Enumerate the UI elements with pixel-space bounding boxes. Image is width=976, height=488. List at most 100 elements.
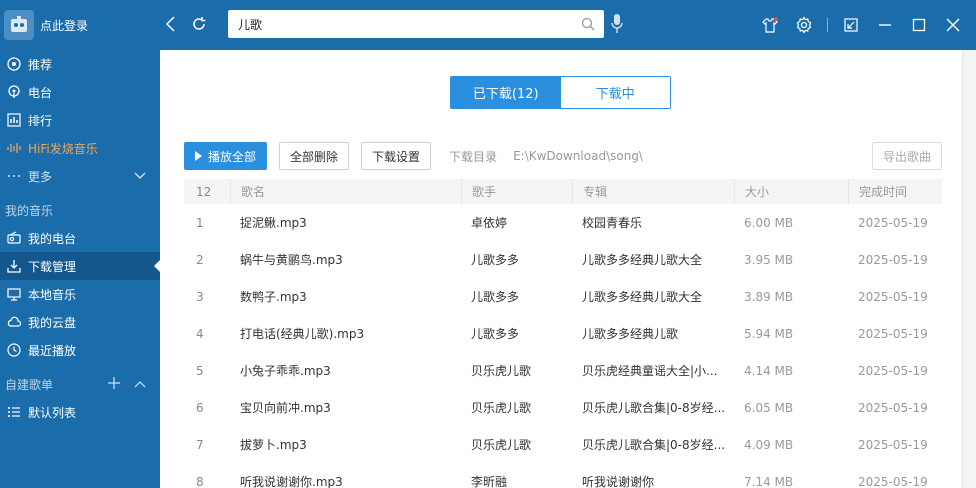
artist-name[interactable]: 卓依婷 (461, 214, 572, 231)
song-name[interactable]: 拔萝卜.mp3 (230, 436, 461, 453)
search-icon[interactable] (576, 12, 600, 36)
artist-name[interactable]: 儿歌多多 (461, 251, 572, 268)
delete-all-button[interactable]: 全部删除 (279, 142, 350, 170)
artist-name[interactable]: 儿歌多多 (461, 288, 572, 305)
file-size: 4.09 MB (744, 437, 794, 452)
album-name[interactable]: 儿歌多多经典儿歌大全 (572, 288, 734, 305)
sidebar-item-chart[interactable]: 排行 (0, 106, 160, 134)
row-number: 3 (196, 289, 204, 304)
sidebar-item-download-manager[interactable]: 下载管理 (0, 252, 160, 280)
header-name[interactable]: 歌名 (230, 179, 461, 204)
sidebar-item-local-music[interactable]: 本地音乐 (0, 280, 160, 308)
song-name[interactable]: 捉泥鳅.mp3 (230, 214, 461, 231)
back-icon[interactable] (160, 13, 182, 35)
table-row[interactable]: 5 小兔子乖乖.mp3 贝乐虎儿歌 贝乐虎经典童谣大全|小... 4.14 MB… (184, 352, 942, 389)
file-size: 7.14 MB (744, 474, 794, 488)
row-number: 1 (196, 215, 204, 230)
scrollbar[interactable] (962, 50, 976, 488)
sidebar-item-label: 本地音乐 (28, 287, 77, 302)
file-size: 6.05 MB (744, 400, 794, 415)
artist-name[interactable]: 儿歌多多 (461, 325, 572, 342)
table-row[interactable]: 2 蜗牛与黄鹂鸟.mp3 儿歌多多 儿歌多多经典儿歌大全 3.95 MB 202… (184, 241, 942, 278)
file-size: 3.95 MB (744, 252, 794, 267)
completed-time: 2025-05-19 (858, 363, 928, 378)
table-body: 1 捉泥鳅.mp3 卓依婷 校园青春乐 6.00 MB 2025-05-19 2… (184, 204, 942, 488)
chevron-down-icon[interactable] (134, 169, 146, 183)
search-box (228, 10, 604, 38)
artist-name[interactable]: 贝乐虎儿歌 (461, 362, 572, 379)
chevron-up-icon[interactable] (134, 377, 146, 391)
header-artist[interactable]: 歌手 (461, 179, 572, 204)
gear-icon[interactable] (793, 14, 815, 36)
sidebar-item-label: 默认列表 (28, 405, 77, 420)
download-table: 12 歌名 歌手 专辑 大小 完成时间 1 捉泥鳅.mp3 卓依婷 校园青春乐 … (184, 179, 942, 488)
refresh-icon[interactable] (188, 13, 210, 35)
album-name[interactable]: 儿歌多多经典儿歌 (572, 325, 734, 342)
sidebar-item-label: 最近播放 (28, 343, 77, 358)
cloud-icon (6, 314, 22, 330)
song-name[interactable]: 小兔子乖乖.mp3 (230, 362, 461, 379)
sidebar-item-recent[interactable]: 最近播放 (0, 336, 160, 364)
clock-icon (6, 342, 22, 358)
maximize-icon[interactable] (908, 14, 930, 36)
avatar-icon[interactable] (4, 10, 34, 40)
sidebar-item-hifi[interactable]: HiFi发烧音乐 (0, 134, 160, 162)
mini-mode-icon[interactable] (840, 14, 862, 36)
sidebar-item-radio[interactable]: 电台 (0, 78, 160, 106)
add-playlist-icon[interactable] (108, 376, 120, 392)
sidebar-item-more[interactable]: 更多 (0, 162, 160, 190)
album-name[interactable]: 贝乐虎儿歌合集|0-8岁经... (572, 399, 734, 416)
artist-name[interactable]: 贝乐虎儿歌 (461, 436, 572, 453)
completed-time: 2025-05-19 (858, 437, 928, 452)
play-all-label: 播放全部 (208, 149, 257, 164)
sidebar-item-default-list[interactable]: 默认列表 (0, 398, 160, 426)
header-size[interactable]: 大小 (734, 179, 848, 204)
song-name[interactable]: 蜗牛与黄鹂鸟.mp3 (230, 251, 461, 268)
sidebar-item-my-radio[interactable]: 我的电台 (0, 224, 160, 252)
song-name[interactable]: 听我说谢谢你.mp3 (230, 473, 461, 488)
album-name[interactable]: 儿歌多多经典儿歌大全 (572, 251, 734, 268)
login-area[interactable]: 点此登录 (0, 0, 160, 50)
song-name[interactable]: 打电话(经典儿歌).mp3 (230, 325, 461, 342)
completed-time: 2025-05-19 (858, 474, 928, 488)
album-name[interactable]: 贝乐虎经典童谣大全|小... (572, 362, 734, 379)
tab-downloaded[interactable]: 已下载(12) (451, 77, 561, 108)
download-settings-button[interactable]: 下载设置 (361, 142, 432, 170)
artist-name[interactable]: 贝乐虎儿歌 (461, 399, 572, 416)
list-icon (6, 404, 22, 420)
table-row[interactable]: 1 捉泥鳅.mp3 卓依婷 校园青春乐 6.00 MB 2025-05-19 (184, 204, 942, 241)
play-all-button[interactable]: 播放全部 (184, 142, 268, 170)
tab-downloading[interactable]: 下载中 (560, 77, 670, 108)
row-number: 4 (196, 326, 204, 341)
download-toolbar: 播放全部 全部删除 下载设置 下载目录 E:\KwDownload\song\ … (184, 142, 942, 170)
skin-icon[interactable] (759, 14, 781, 36)
search-input[interactable] (238, 17, 576, 31)
header-count: 12 (196, 184, 212, 199)
table-row[interactable]: 7 拔萝卜.mp3 贝乐虎儿歌 贝乐虎儿歌合集|0-8岁经... 4.09 MB… (184, 426, 942, 463)
sidebar-item-label: 下载管理 (28, 259, 77, 274)
table-row[interactable]: 8 听我说谢谢你.mp3 李昕融 听我说谢谢你 7.14 MB 2025-05-… (184, 463, 942, 488)
sidebar-item-recommend[interactable]: 推荐 (0, 50, 160, 78)
table-row[interactable]: 3 数鸭子.mp3 儿歌多多 儿歌多多经典儿歌大全 3.89 MB 2025-0… (184, 278, 942, 315)
table-row[interactable]: 6 宝贝向前冲.mp3 贝乐虎儿歌 贝乐虎儿歌合集|0-8岁经... 6.05 … (184, 389, 942, 426)
song-name[interactable]: 宝贝向前冲.mp3 (230, 399, 461, 416)
file-size: 5.94 MB (744, 326, 794, 341)
album-name[interactable]: 听我说谢谢你 (572, 473, 734, 488)
close-icon[interactable] (942, 14, 964, 36)
minimize-icon[interactable] (874, 14, 896, 36)
export-songs-button[interactable]: 导出歌曲 (871, 142, 942, 170)
row-number: 7 (196, 437, 204, 452)
album-name[interactable]: 贝乐虎儿歌合集|0-8岁经... (572, 436, 734, 453)
microphone-icon[interactable] (610, 13, 624, 38)
header-album[interactable]: 专辑 (572, 179, 734, 204)
my-radio-icon (6, 230, 22, 246)
album-name[interactable]: 校园青春乐 (572, 214, 734, 231)
download-dir-path[interactable]: E:\KwDownload\song\ (513, 149, 643, 163)
table-row[interactable]: 4 打电话(经典儿歌).mp3 儿歌多多 儿歌多多经典儿歌 5.94 MB 20… (184, 315, 942, 352)
artist-name[interactable]: 李昕融 (461, 473, 572, 488)
header-time[interactable]: 完成时间 (848, 179, 942, 204)
monitor-icon (6, 286, 22, 302)
sidebar-item-cloud[interactable]: 我的云盘 (0, 308, 160, 336)
song-name[interactable]: 数鸭子.mp3 (230, 288, 461, 305)
login-link[interactable]: 点此登录 (40, 17, 88, 34)
